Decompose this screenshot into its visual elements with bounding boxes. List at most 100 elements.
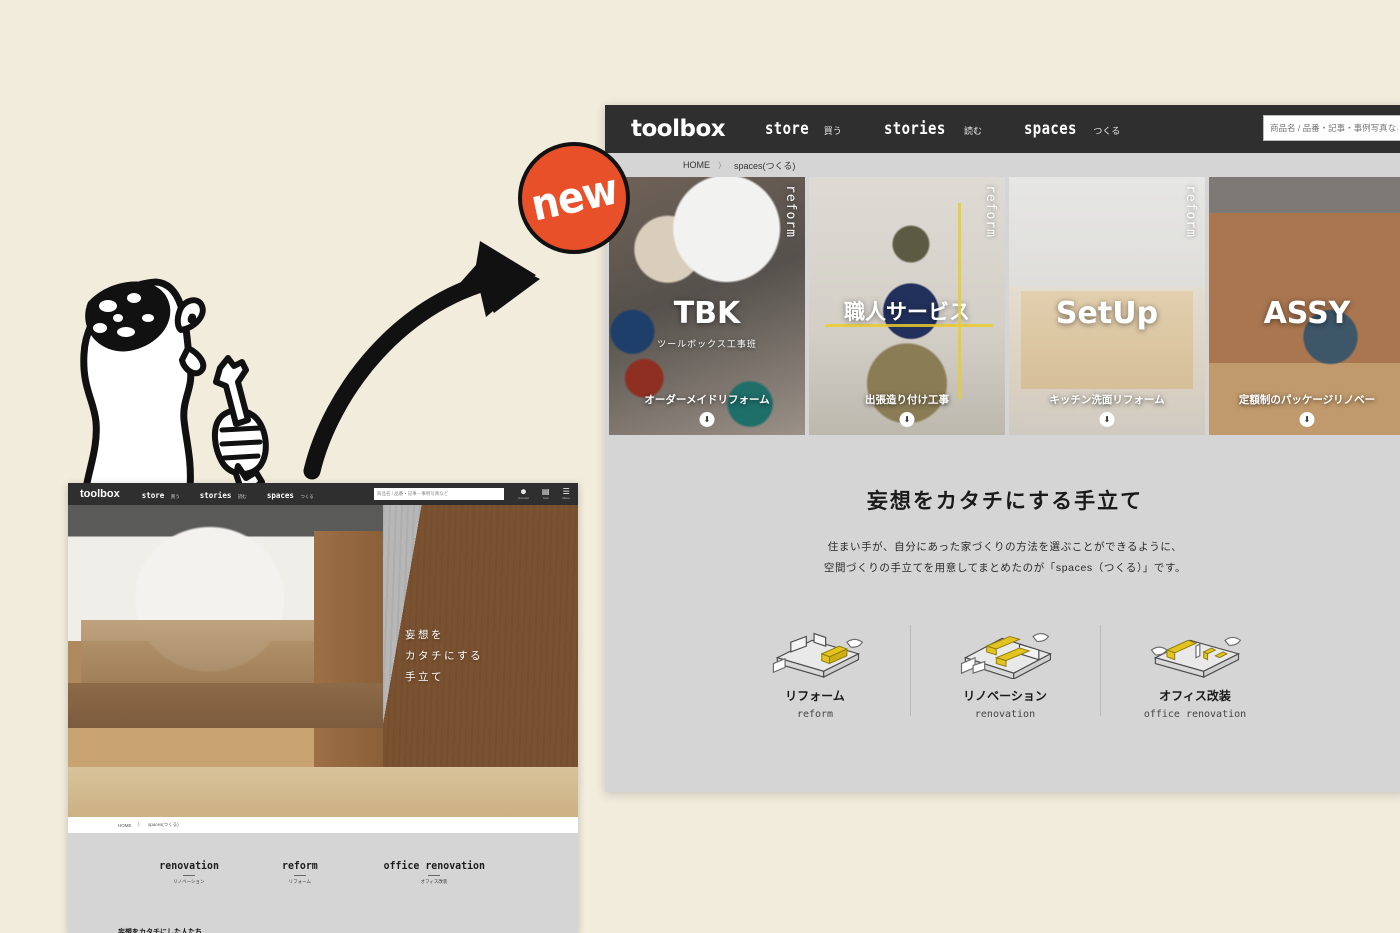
old-nav-store-label: store [141,491,165,500]
category-label-jp: オフィス改装 [1159,689,1231,703]
category-label-jp: リフォーム [785,689,845,703]
old-site-section-heading: 妄想をカタチにした人たち [118,929,202,933]
curved-arrow-pointing-to-new-site [290,235,570,485]
download-icon[interactable]: ⬇ [699,412,715,427]
floorplan-renovation-icon [920,619,1090,681]
nav-item-store[interactable]: store 買う [765,119,842,139]
old-site-browser-window: toolbox store 買う stories 読む spaces つくる 商… [68,483,578,933]
old-nav-spaces-label: spaces [266,491,294,500]
person-with-wrench-icon [80,278,269,493]
account-glyph: ☻ [519,487,528,496]
card-subtitle: ツールボックス工事班 [657,338,757,349]
page-description: 住まい手が、自分にあった家づくりの方法を選ぶことができるように、 空間づくりの手… [605,537,1400,579]
site-logo[interactable]: toolbox [631,116,726,142]
old-site-logo[interactable]: toolbox [80,488,120,500]
old-site-search-box[interactable]: 商品名 / 品番・記事・事例写真など [374,488,504,500]
download-icon[interactable]: ⬇ [1299,412,1315,427]
download-icon[interactable]: ⬇ [899,412,915,427]
breadcrumb: HOME 〉 spaces(つくる) [605,153,1400,177]
hero-bottom-strip [68,767,578,817]
menu-icon[interactable]: ☰ Menu [562,487,570,500]
card-footer-label: 出張造り付け工事 [865,394,949,406]
old-link-reform-jp: リフォーム [288,879,311,884]
old-link-reform[interactable]: reform リフォーム [280,859,320,885]
card-category-label: reform [983,185,998,238]
service-card-tbk[interactable]: reform TBK ツールボックス工事班 オーダーメイドリフォーム ⬇ [609,177,805,435]
category-label-en: reform [796,709,834,720]
breadcrumb-home[interactable]: HOME [683,160,710,170]
illustration-thinking-person [60,270,300,500]
old-site-header-icons: ☻ Account ▤ Cart ☰ Menu [518,487,570,500]
hero-photo-interior [68,505,383,767]
cart-glyph: ▤ [541,487,550,496]
composition-stage: toolbox store 買う stories 読む spaces つくる 商… [0,0,1400,933]
hero-photo-wood: 妄想を カタチにする 手立て [383,505,578,767]
old-link-renovation-jp: リノベーション [173,879,205,884]
category-label-en: office renovation [1143,709,1247,720]
card-footer-label: 定額制のパッケージリノベー [1238,394,1376,406]
old-site-body: renovation リノベーション reform リフォーム office r… [68,833,578,933]
hero-woodwall-decor [313,531,383,767]
search-input[interactable] [1270,123,1398,133]
nav-store-sublabel: 買う [823,126,842,136]
old-link-renovation[interactable]: renovation リノベーション [156,859,222,885]
menu-label: Menu [562,496,570,500]
old-site-category-links: renovation リノベーション reform リフォーム office r… [68,833,578,885]
service-card-assy[interactable]: ASSY 定額制のパッケージリノベー ⬇ [1209,177,1400,435]
download-icon[interactable]: ⬇ [1099,412,1115,427]
card-title: 職人サービス [844,299,970,324]
nav-spaces-label: spaces [1023,119,1077,139]
old-search-placeholder: 商品名 / 品番・記事・事例写真など [377,491,449,496]
nav-stories-sublabel: 読む [963,126,982,136]
page-title: 妄想をカタチにする手立て [866,490,1144,513]
category-office-renovation[interactable]: オフィス改装 office renovation [1100,619,1290,720]
old-site-breadcrumb: HOME 〉 spaces(つくる) [68,817,578,833]
old-breadcrumb-current: spaces(つくる) [148,822,179,827]
arrow-icon [303,241,540,480]
old-nav-stories-sublabel: 読む [237,494,247,499]
search-box[interactable] [1263,115,1400,141]
old-breadcrumb-separator: 〉 [137,822,143,827]
old-nav-item-store[interactable]: store 買う [142,485,180,503]
old-link-office-renovation[interactable]: office renovation オフィス改装 [378,859,491,885]
old-breadcrumb-home[interactable]: HOME [118,823,132,828]
old-site-header: toolbox store 買う stories 読む spaces つくる 商… [68,483,578,505]
new-site-header: toolbox store 買う stories 読む spaces つくる [605,105,1400,153]
nav-store-label: store [765,119,810,139]
card-category-label: reform [783,185,798,238]
old-link-reform-en: reform [281,859,318,872]
new-badge-label: new [526,164,622,232]
hero-shelf-decor [80,620,314,689]
old-nav-item-spaces[interactable]: spaces つくる [267,485,314,503]
old-nav-item-stories[interactable]: stories 読む [200,485,247,503]
hero-line-3: 手立て [405,671,444,683]
nav-item-stories[interactable]: stories 読む [884,119,982,139]
floorplan-office-icon [1110,619,1280,681]
card-title: ASSY [1263,295,1351,331]
link-underline [427,875,440,876]
cart-label: Cart [542,496,549,500]
old-site-nav: store 買う stories 読む spaces つくる [142,485,314,503]
nav-stories-label: stories [883,119,946,139]
hero-line-1: 妄想を [405,629,444,641]
service-card-setup[interactable]: reform SetUp キッチン洗面リフォーム ⬇ [1009,177,1205,435]
card-footer-label: キッチン洗面リフォーム [1049,394,1165,406]
link-underline [293,875,306,876]
menu-glyph: ☰ [562,487,570,496]
main-content: 妄想をカタチにする手立て 住まい手が、自分にあった家づくりの方法を選ぶことができ… [605,435,1400,720]
old-site-hero: 妄想を カタチにする 手立て [68,505,578,767]
category-renovation[interactable]: リノベーション renovation [910,619,1100,720]
cart-icon[interactable]: ▤ Cart [542,487,550,500]
category-reform[interactable]: リフォーム reform [720,619,910,720]
link-underline [182,875,195,876]
service-card-craftsman[interactable]: reform 職人サービス 出張造り付け工事 ⬇ [809,177,1005,435]
account-icon[interactable]: ☻ Account [518,487,529,500]
service-card-grid: reform TBK ツールボックス工事班 オーダーメイドリフォーム ⬇ ref… [605,177,1400,435]
card-category-label: reform [1183,185,1198,238]
description-line-2: 空間づくりの手立てを用意してまとめたのが「spaces（つくる）」です。 [823,562,1187,574]
card-footer-label: オーダーメイドリフォーム [644,394,770,406]
nav-item-spaces[interactable]: spaces つくる [1024,119,1120,139]
breadcrumb-separator: 〉 [718,160,726,170]
old-nav-store-sublabel: 買う [170,494,180,499]
old-link-renovation-en: renovation [159,859,219,872]
